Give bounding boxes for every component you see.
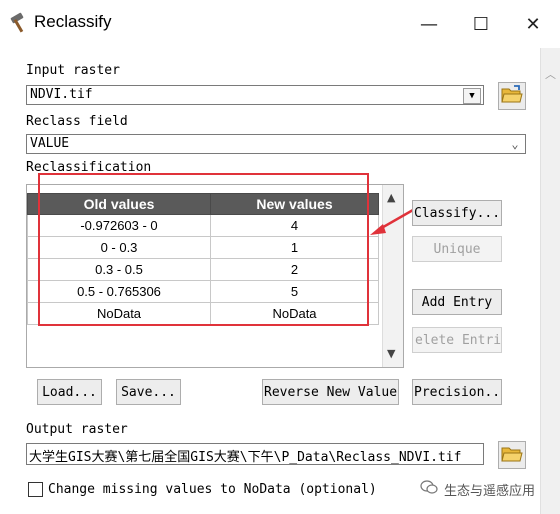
- scroll-down-icon[interactable]: ▼: [387, 347, 395, 360]
- minimize-button[interactable]: —: [406, 8, 452, 40]
- chevron-down-icon[interactable]: ⌄: [507, 137, 523, 151]
- delete-entries-button[interactable]: elete Entrie: [412, 327, 502, 353]
- highlight-box: [38, 173, 369, 326]
- output-browse-button[interactable]: [498, 441, 526, 469]
- save-button[interactable]: Save...: [116, 379, 181, 405]
- scroll-up-icon[interactable]: ▲: [387, 191, 395, 204]
- change-missing-label: Change missing values to NoData (optiona…: [48, 482, 377, 497]
- precision-button[interactable]: Precision...: [412, 379, 502, 405]
- window-title: Reclassify: [34, 12, 112, 31]
- input-raster-dropdown[interactable]: NDVI.tif ▼: [26, 85, 484, 105]
- dropdown-arrow-icon[interactable]: ▼: [463, 88, 481, 104]
- change-missing-checkbox[interactable]: [28, 482, 43, 497]
- reclass-field-label: Reclass field: [26, 114, 128, 129]
- output-raster-input[interactable]: 大学生GIS大赛\第七届全国GIS大赛\下午\P_Data\Reclass_ND…: [26, 443, 484, 465]
- add-entry-button[interactable]: Add Entry: [412, 289, 502, 315]
- input-raster-label: Input raster: [26, 63, 120, 78]
- maximize-icon: ☐: [472, 13, 490, 35]
- close-icon: ✕: [525, 13, 541, 35]
- input-raster-value: NDVI.tif: [30, 87, 93, 102]
- wechat-icon: [420, 479, 438, 499]
- output-raster-label: Output raster: [26, 422, 128, 437]
- title-bar: Reclassify — ☐ ✕: [0, 0, 560, 48]
- unique-button[interactable]: Unique: [412, 236, 502, 262]
- reclass-field-dropdown[interactable]: VALUE ⌄: [26, 134, 526, 154]
- minimize-icon: —: [420, 13, 438, 35]
- annotation-arrow-icon: [370, 208, 414, 235]
- maximize-button[interactable]: ☐: [458, 8, 504, 40]
- dialog-scrollbar[interactable]: ︿: [540, 48, 560, 514]
- load-button[interactable]: Load...: [37, 379, 102, 405]
- scroll-up-icon[interactable]: ︿: [545, 66, 556, 82]
- classify-button[interactable]: Classify...: [412, 200, 502, 226]
- output-raster-value: 大学生GIS大赛\第七届全国GIS大赛\下午\P_Data\Reclass_ND…: [29, 450, 462, 465]
- watermark: 生态与遥感应用: [420, 479, 535, 499]
- close-button[interactable]: ✕: [510, 8, 556, 40]
- open-folder-icon: [501, 443, 523, 467]
- watermark-text: 生态与遥感应用: [444, 483, 536, 499]
- reverse-new-values-button[interactable]: Reverse New Values: [262, 379, 399, 405]
- reclass-field-value: VALUE: [30, 136, 70, 151]
- open-folder-icon: [501, 84, 523, 108]
- hammer-icon: [8, 12, 32, 34]
- input-browse-button[interactable]: [498, 82, 526, 110]
